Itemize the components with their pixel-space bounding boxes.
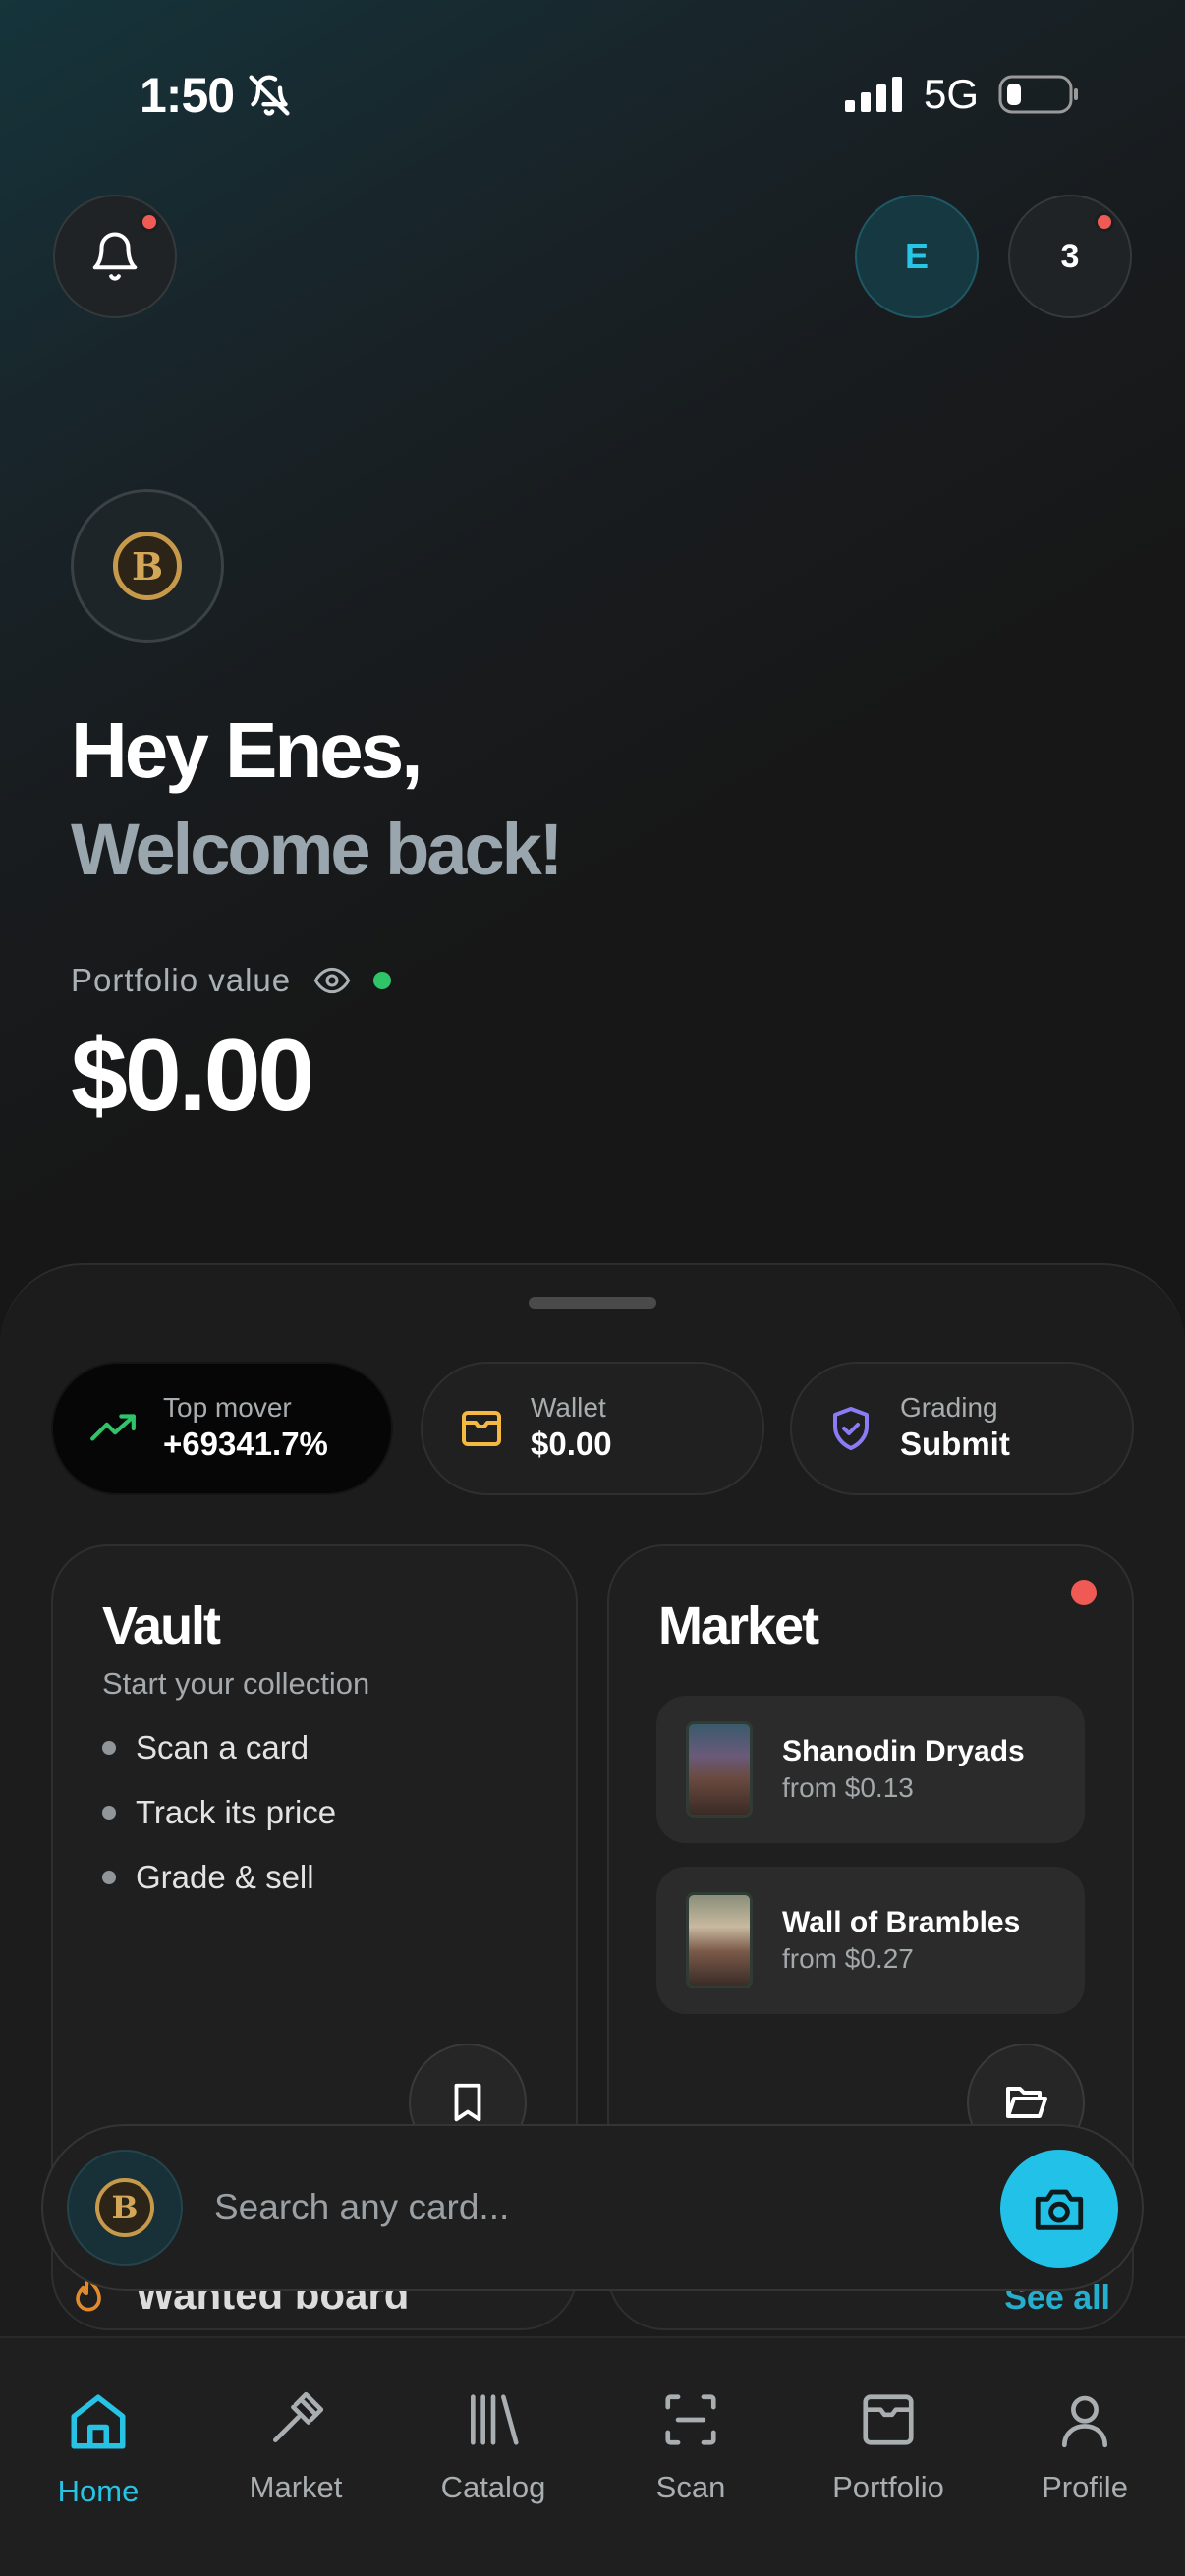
status-time-text: 1:50 xyxy=(140,68,235,123)
wallet-icon xyxy=(462,1411,501,1446)
portfolio-label: Portfolio value xyxy=(71,962,292,998)
bullet xyxy=(102,1871,116,1884)
battery-icon xyxy=(998,75,1078,114)
inbox-icon xyxy=(863,2394,914,2445)
tab-label: Home xyxy=(57,2474,140,2508)
coin-letter: B xyxy=(111,2189,139,2226)
market-item-name: Shanodin Dryads xyxy=(782,1735,1025,1767)
tab-market[interactable]: Market xyxy=(198,2389,394,2505)
search-input[interactable] xyxy=(214,2187,961,2228)
market-item-text: Wall of Brambles from $0.27 xyxy=(782,1906,1020,1975)
coin-letter: B xyxy=(131,543,164,588)
tab-catalog[interactable]: Catalog xyxy=(395,2389,592,2505)
card-thumbnail xyxy=(686,1892,753,1988)
portfolio-value: $0.00 xyxy=(71,1019,314,1133)
market-alert-dot xyxy=(1071,1580,1097,1605)
trending-up-icon xyxy=(90,1414,136,1441)
brand-coin-icon: B xyxy=(113,532,182,600)
tab-label: Portfolio xyxy=(832,2470,944,2504)
library-icon xyxy=(471,2394,519,2445)
top-mover-label: Top mover xyxy=(163,1391,292,1423)
market-item-price: from $0.27 xyxy=(782,1943,914,1974)
bullet xyxy=(102,1806,116,1820)
folder-open-icon xyxy=(1006,2087,1047,2118)
wallet-label: Wallet xyxy=(531,1391,606,1423)
notifications-button[interactable] xyxy=(53,195,177,318)
vault-step-text: Grade & sell xyxy=(136,1859,314,1895)
coin-icon: B xyxy=(95,2178,154,2237)
status-right: 5G xyxy=(844,71,1079,118)
bullet xyxy=(102,1741,116,1755)
bookmark-icon xyxy=(454,2083,481,2122)
gavel-icon xyxy=(273,2391,324,2442)
grading-text: Grading Submit xyxy=(900,1391,1010,1464)
grading-value: Submit xyxy=(900,1425,1010,1462)
market-title: Market xyxy=(658,1596,819,1655)
scan-icon xyxy=(665,2394,716,2445)
wallet-pill[interactable]: Wallet $0.00 xyxy=(421,1362,764,1495)
wallet-text: Wallet $0.00 xyxy=(531,1391,612,1464)
market-item-text: Shanodin Dryads from $0.13 xyxy=(782,1735,1025,1804)
search-bar[interactable]: B xyxy=(41,2124,1144,2291)
signal-icon xyxy=(844,77,902,112)
shield-check-icon xyxy=(833,1407,869,1450)
bell-icon xyxy=(92,232,138,281)
market-item-price: from $0.13 xyxy=(782,1772,914,1803)
top-mover-value: +69341.7% xyxy=(163,1425,328,1462)
vault-subtitle: Start your collection xyxy=(102,1666,370,1701)
tab-label: Profile xyxy=(1042,2470,1128,2504)
bell-muted-icon xyxy=(249,75,290,116)
top-mover-pill[interactable]: Top mover +69341.7% xyxy=(51,1362,393,1495)
wallet-value: $0.00 xyxy=(531,1425,612,1462)
search-coin-button[interactable]: B xyxy=(67,2150,183,2266)
market-item-name: Wall of Brambles xyxy=(782,1906,1021,1938)
badge-count: 3 xyxy=(1060,237,1080,275)
tab-label: Catalog xyxy=(440,2470,546,2504)
vault-step-text: Track its price xyxy=(136,1794,337,1830)
top-mover-text: Top mover +69341.7% xyxy=(163,1391,328,1464)
live-status-dot xyxy=(373,972,392,989)
market-item-shanodin-dryads[interactable]: Shanodin Dryads from $0.13 xyxy=(656,1696,1085,1843)
greeting-welcome: Welcome back! xyxy=(71,809,563,890)
badge-alert-dot xyxy=(1095,212,1114,232)
vault-steps: Scan a card Track its price Grade & sell xyxy=(102,1729,576,1896)
card-thumbnail xyxy=(686,1721,753,1818)
status-time: 1:50 xyxy=(140,67,291,124)
grading-label: Grading xyxy=(900,1391,998,1423)
greeting-name: Hey Enes, xyxy=(71,706,423,794)
tab-label: Market xyxy=(249,2470,343,2504)
vault-step-text: Scan a card xyxy=(136,1729,310,1765)
sheet-handle[interactable] xyxy=(529,1297,656,1309)
brand-coin-button[interactable]: B xyxy=(71,489,224,643)
tab-profile[interactable]: Profile xyxy=(987,2389,1183,2505)
tab-label: Scan xyxy=(655,2470,726,2504)
user-icon xyxy=(1062,2395,1107,2448)
bottom-tab-bar: Home Market Catalog Scan Portfolio Profi… xyxy=(0,2336,1185,2576)
account-avatar-button[interactable]: E xyxy=(855,195,979,318)
badge-count-button[interactable]: 3 xyxy=(1008,195,1132,318)
grading-pill[interactable]: Grading Submit xyxy=(790,1362,1134,1495)
eye-icon[interactable] xyxy=(312,961,352,1000)
list-item: Grade & sell xyxy=(102,1859,576,1896)
camera-icon xyxy=(1035,2189,1084,2230)
avatar-initial: E xyxy=(904,236,929,276)
tab-home[interactable]: Home xyxy=(0,2389,197,2509)
tab-portfolio[interactable]: Portfolio xyxy=(790,2389,987,2505)
hero-background xyxy=(0,0,1185,1375)
list-item: Scan a card xyxy=(102,1729,576,1766)
market-item-wall-of-brambles[interactable]: Wall of Brambles from $0.27 xyxy=(656,1867,1085,2014)
notification-dot xyxy=(140,212,159,232)
tab-scan[interactable]: Scan xyxy=(592,2389,789,2505)
home-icon xyxy=(71,2394,126,2449)
list-item: Track its price xyxy=(102,1794,576,1831)
vault-title: Vault xyxy=(102,1596,221,1655)
network-label: 5G xyxy=(923,71,979,117)
portfolio-label-row: Portfolio value xyxy=(71,961,392,1000)
camera-scan-button[interactable] xyxy=(1000,2150,1118,2268)
